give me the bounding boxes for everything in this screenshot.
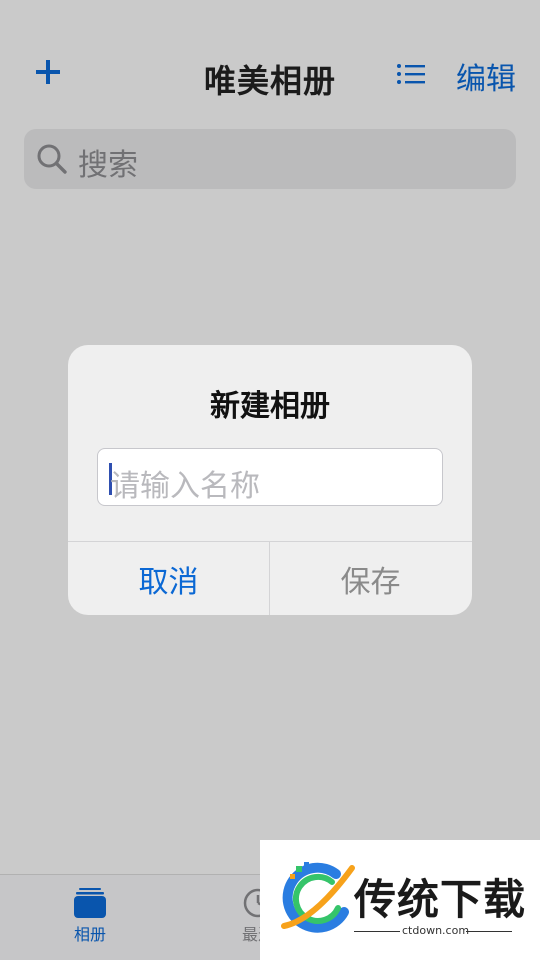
watermark-logo-icon: [274, 860, 358, 940]
watermark-line-left: [354, 931, 400, 932]
album-name-placeholder: 请输入名称: [110, 469, 260, 504]
cancel-button[interactable]: 取消: [68, 542, 269, 615]
album-name-input[interactable]: 请输入名称: [97, 448, 443, 506]
watermark-line-right: [466, 931, 512, 932]
watermark: 传统下载 ctdown.com: [260, 840, 540, 960]
new-album-dialog: 新建相册 请输入名称 取消 保存: [68, 345, 472, 615]
watermark-url: ctdown.com: [402, 924, 470, 937]
albums-screen: 唯美相册 编辑 搜索 相册 最近 新建相册 请输入名称 取消 保存 传统下载 c…: [0, 0, 540, 960]
save-button[interactable]: 保存: [270, 542, 471, 615]
watermark-brand: 传统下载: [354, 875, 527, 924]
dialog-title: 新建相册: [210, 389, 330, 424]
